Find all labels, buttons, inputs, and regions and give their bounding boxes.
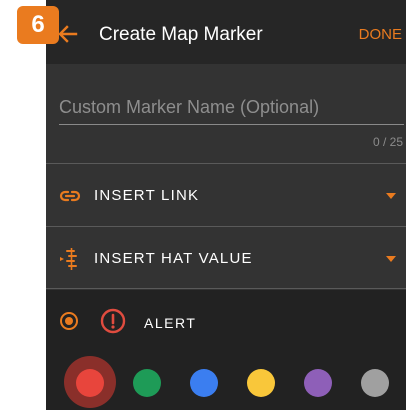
- swatch-blue[interactable]: [190, 369, 218, 397]
- swatch-purple[interactable]: [304, 369, 332, 397]
- insert-link-label: INSERT LINK: [94, 187, 200, 204]
- swatch-red[interactable]: [76, 369, 104, 397]
- char-count: 0 / 25: [372, 135, 403, 149]
- marker-type-panel: ALERT: [46, 290, 406, 410]
- insert-hat-value-row[interactable]: INSERT HAT VALUE: [46, 230, 406, 288]
- divider: [46, 163, 406, 164]
- alert-label: ALERT: [144, 315, 197, 331]
- dropdown-arrow-icon: [386, 193, 396, 199]
- page-title: Create Map Marker: [99, 24, 263, 45]
- step-badge: 6: [17, 6, 59, 44]
- marker-name-input[interactable]: [59, 90, 404, 125]
- app-header: Create Map Marker DONE: [46, 0, 406, 64]
- alert-radio[interactable]: [60, 312, 78, 330]
- link-icon: [59, 190, 81, 202]
- divider: [46, 288, 406, 289]
- phone-screen: Create Map Marker DONE 0 / 25 INSERT LIN…: [46, 0, 406, 410]
- arrow-left-icon[interactable]: [56, 22, 80, 46]
- dropdown-arrow-icon: [386, 256, 396, 262]
- insert-hat-value-label: INSERT HAT VALUE: [94, 250, 253, 267]
- hat-value-icon: [60, 248, 77, 270]
- insert-link-row[interactable]: INSERT LINK: [46, 167, 406, 225]
- divider: [46, 226, 406, 227]
- alert-exclamation-icon: [100, 308, 126, 334]
- swatch-gray[interactable]: [361, 369, 389, 397]
- swatch-green[interactable]: [133, 369, 161, 397]
- done-button[interactable]: DONE: [359, 26, 402, 43]
- radio-selected-dot: [65, 317, 73, 325]
- swatch-yellow[interactable]: [247, 369, 275, 397]
